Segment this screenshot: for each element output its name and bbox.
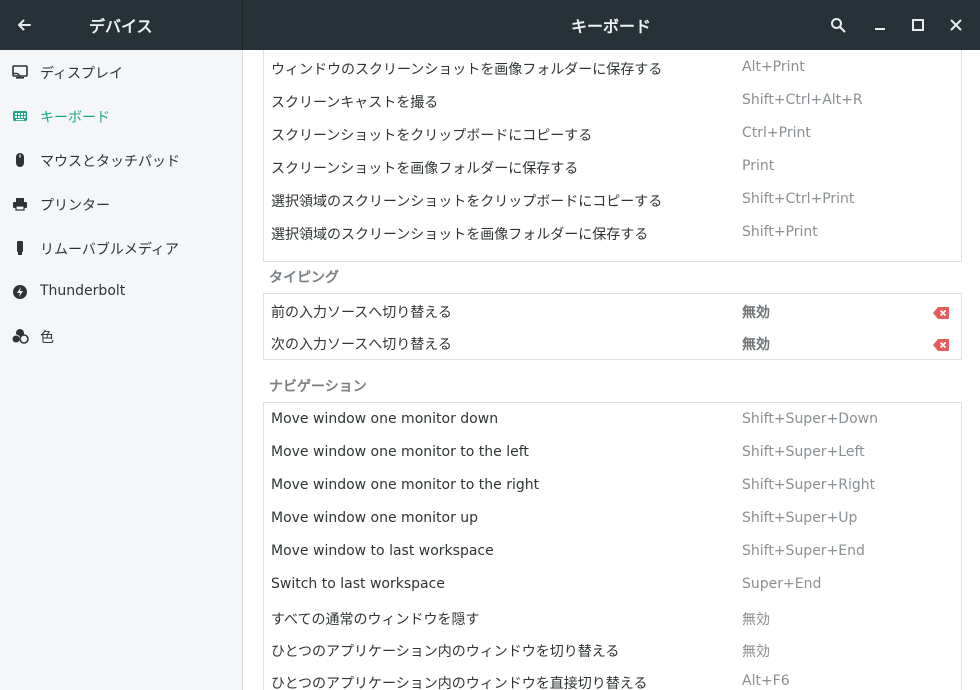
shortcut-name: 選択領域のスクリーンショットをクリップボードにコピーする bbox=[271, 194, 663, 210]
shortcut-row[interactable]: スクリーンショットを画像フォルダーに保存する Print bbox=[264, 150, 961, 183]
color-icon bbox=[11, 327, 29, 345]
shortcut-accel: Shift+Super+Up bbox=[742, 510, 858, 526]
sidebar-item-label: Thunderbolt bbox=[40, 283, 126, 299]
shortcut-accel: Shift+Ctrl+Alt+R bbox=[742, 92, 863, 108]
section-title-navigation: ナビゲーション bbox=[269, 379, 367, 395]
shortcut-row[interactable]: Switch to last workspace Super+End bbox=[264, 568, 961, 601]
shortcut-name: ウィンドウのスクリーンショットを画像フォルダーに保存する bbox=[271, 62, 663, 78]
shortcut-accel: Shift+Super+Left bbox=[742, 444, 865, 460]
shortcut-accel: Shift+Super+Down bbox=[742, 411, 878, 427]
keyboard-icon bbox=[11, 107, 29, 125]
back-arrow-icon[interactable] bbox=[12, 13, 36, 37]
navigation-section: Move window one monitor down Shift+Super… bbox=[263, 403, 962, 690]
shortcut-accel: 無効 bbox=[742, 337, 770, 353]
shortcut-row[interactable]: すべての通常のウィンドウを隠す 無効 bbox=[264, 601, 961, 634]
display-icon bbox=[11, 63, 29, 81]
sidebar-item-removable-media[interactable]: リムーバブルメディア bbox=[0, 226, 242, 270]
reset-shortcut-icon[interactable] bbox=[933, 336, 949, 351]
shortcut-row[interactable]: 次の入力ソースへ切り替える 無効 bbox=[264, 326, 961, 359]
sidebar-item-color[interactable]: 色 bbox=[0, 314, 242, 358]
sidebar-item-keyboard[interactable]: キーボード bbox=[0, 94, 242, 138]
section-divider bbox=[263, 359, 962, 360]
sidebar-item-label: ディスプレイ bbox=[40, 66, 124, 82]
sidebar-item-mouse[interactable]: マウスとタッチパッド bbox=[0, 138, 242, 182]
shortcut-row[interactable]: Move window one monitor down Shift+Super… bbox=[264, 403, 961, 436]
shortcut-name: Switch to last workspace bbox=[271, 576, 445, 592]
shortcut-accel: Shift+Super+Right bbox=[742, 477, 876, 493]
close-icon[interactable] bbox=[944, 13, 968, 37]
shortcut-row[interactable]: 前の入力ソースへ切り替える 無効 bbox=[264, 294, 961, 327]
shortcut-name: Move window one monitor to the right bbox=[271, 477, 540, 493]
sidebar-item-label: プリンター bbox=[40, 198, 110, 214]
sidebar-item-label: キーボード bbox=[40, 110, 110, 126]
shortcut-name: 選択領域のスクリーンショットを画像フォルダーに保存する bbox=[271, 227, 649, 243]
section-title-typing: タイピング bbox=[269, 270, 339, 286]
sidebar-item-label: リムーバブルメディア bbox=[40, 242, 179, 258]
shortcut-name: Move window to last workspace bbox=[271, 543, 494, 559]
shortcut-name: スクリーンショットを画像フォルダーに保存する bbox=[271, 161, 579, 177]
shortcut-accel: 無効 bbox=[742, 305, 770, 321]
minimize-icon[interactable] bbox=[868, 13, 892, 37]
shortcut-row[interactable]: 選択領域のスクリーンショットをクリップボードにコピーする Shift+Ctrl+… bbox=[264, 183, 961, 216]
shortcut-name: ひとつのアプリケーション内のウィンドウを直接切り替える bbox=[271, 676, 648, 690]
page-title: キーボード bbox=[571, 17, 652, 36]
sidebar-item-label: 色 bbox=[40, 330, 54, 346]
shortcut-name: ひとつのアプリケーション内のウィンドウを切り替える bbox=[271, 644, 620, 660]
header-separator bbox=[242, 0, 243, 50]
sidebar-item-printers[interactable]: プリンター bbox=[0, 182, 242, 226]
shortcut-accel: Shift+Ctrl+Print bbox=[742, 191, 855, 207]
shortcut-name: Move window one monitor down bbox=[271, 411, 499, 427]
sidebar-item-thunderbolt[interactable]: Thunderbolt bbox=[0, 270, 242, 314]
shortcut-accel: Ctrl+Print bbox=[742, 125, 811, 141]
typing-section: 前の入力ソースへ切り替える 無効 次の入力ソースへ切り替える 無効 bbox=[263, 294, 962, 359]
shortcut-accel: Shift+Print bbox=[742, 224, 818, 240]
shortcut-name: 前の入力ソースへ切り替える bbox=[271, 305, 452, 321]
printer-icon bbox=[11, 195, 29, 213]
shortcut-accel: 無効 bbox=[742, 612, 770, 628]
mouse-icon bbox=[11, 151, 29, 169]
shortcut-row[interactable]: スクリーンキャストを撮る Shift+Ctrl+Alt+R bbox=[264, 84, 961, 117]
shortcut-row[interactable]: Move window one monitor to the right Shi… bbox=[264, 469, 961, 502]
shortcut-row[interactable]: Move window one monitor to the left Shif… bbox=[264, 436, 961, 469]
header-bar: デバイス キーボード bbox=[0, 0, 980, 50]
reset-shortcut-icon[interactable] bbox=[933, 304, 949, 319]
shortcut-name: スクリーンキャストを撮る bbox=[271, 95, 439, 111]
sidebar-item-display[interactable]: ディスプレイ bbox=[0, 50, 242, 94]
shortcut-row[interactable]: Move window to last workspace Shift+Supe… bbox=[264, 535, 961, 568]
shortcut-accel: Super+End bbox=[742, 576, 822, 592]
shortcut-accel: Print bbox=[742, 158, 775, 174]
shortcut-row[interactable]: 選択領域のスクリーンショットを画像フォルダーに保存する Shift+Print bbox=[264, 216, 961, 249]
shortcut-accel: Alt+Print bbox=[742, 59, 805, 75]
shortcut-row[interactable]: ひとつのアプリケーション内のウィンドウを直接切り替える Alt+F6 bbox=[264, 665, 961, 690]
shortcut-name: Move window one monitor to the left bbox=[271, 444, 529, 460]
search-icon[interactable] bbox=[826, 13, 850, 37]
shortcut-row[interactable]: スクリーンショットをクリップボードにコピーする Ctrl+Print bbox=[264, 117, 961, 150]
shortcut-name: すべての通常のウィンドウを隠す bbox=[271, 612, 480, 628]
shortcut-row[interactable]: ウィンドウのスクリーンショットを画像フォルダーに保存する Alt+Print bbox=[264, 51, 961, 84]
sidebar-title: デバイス bbox=[89, 17, 153, 36]
maximize-icon[interactable] bbox=[906, 13, 930, 37]
shortcuts-list: ウィンドウのスクリーンショットを画像フォルダーに保存する Alt+Print ス… bbox=[243, 50, 980, 690]
thunderbolt-icon bbox=[11, 283, 29, 301]
shortcut-name: Move window one monitor up bbox=[271, 510, 479, 526]
shortcut-name: スクリーンショットをクリップボードにコピーする bbox=[271, 128, 593, 144]
shortcut-accel: 無効 bbox=[742, 644, 770, 660]
removable-media-icon bbox=[11, 239, 29, 257]
sidebar: ディスプレイ キーボード マウスとタッチパッド プリンター リムーバブルメディア… bbox=[0, 50, 243, 690]
shortcut-accel: Alt+F6 bbox=[742, 673, 790, 689]
shortcut-row[interactable]: Move window one monitor up Shift+Super+U… bbox=[264, 502, 961, 535]
shortcut-name: 次の入力ソースへ切り替える bbox=[271, 337, 452, 353]
screenshots-section: ウィンドウのスクリーンショットを画像フォルダーに保存する Alt+Print ス… bbox=[263, 50, 962, 261]
shortcut-row[interactable]: ひとつのアプリケーション内のウィンドウを切り替える 無効 bbox=[264, 633, 961, 666]
shortcut-accel: Shift+Super+End bbox=[742, 543, 865, 559]
section-divider bbox=[263, 261, 962, 262]
sidebar-item-label: マウスとタッチパッド bbox=[40, 154, 180, 170]
